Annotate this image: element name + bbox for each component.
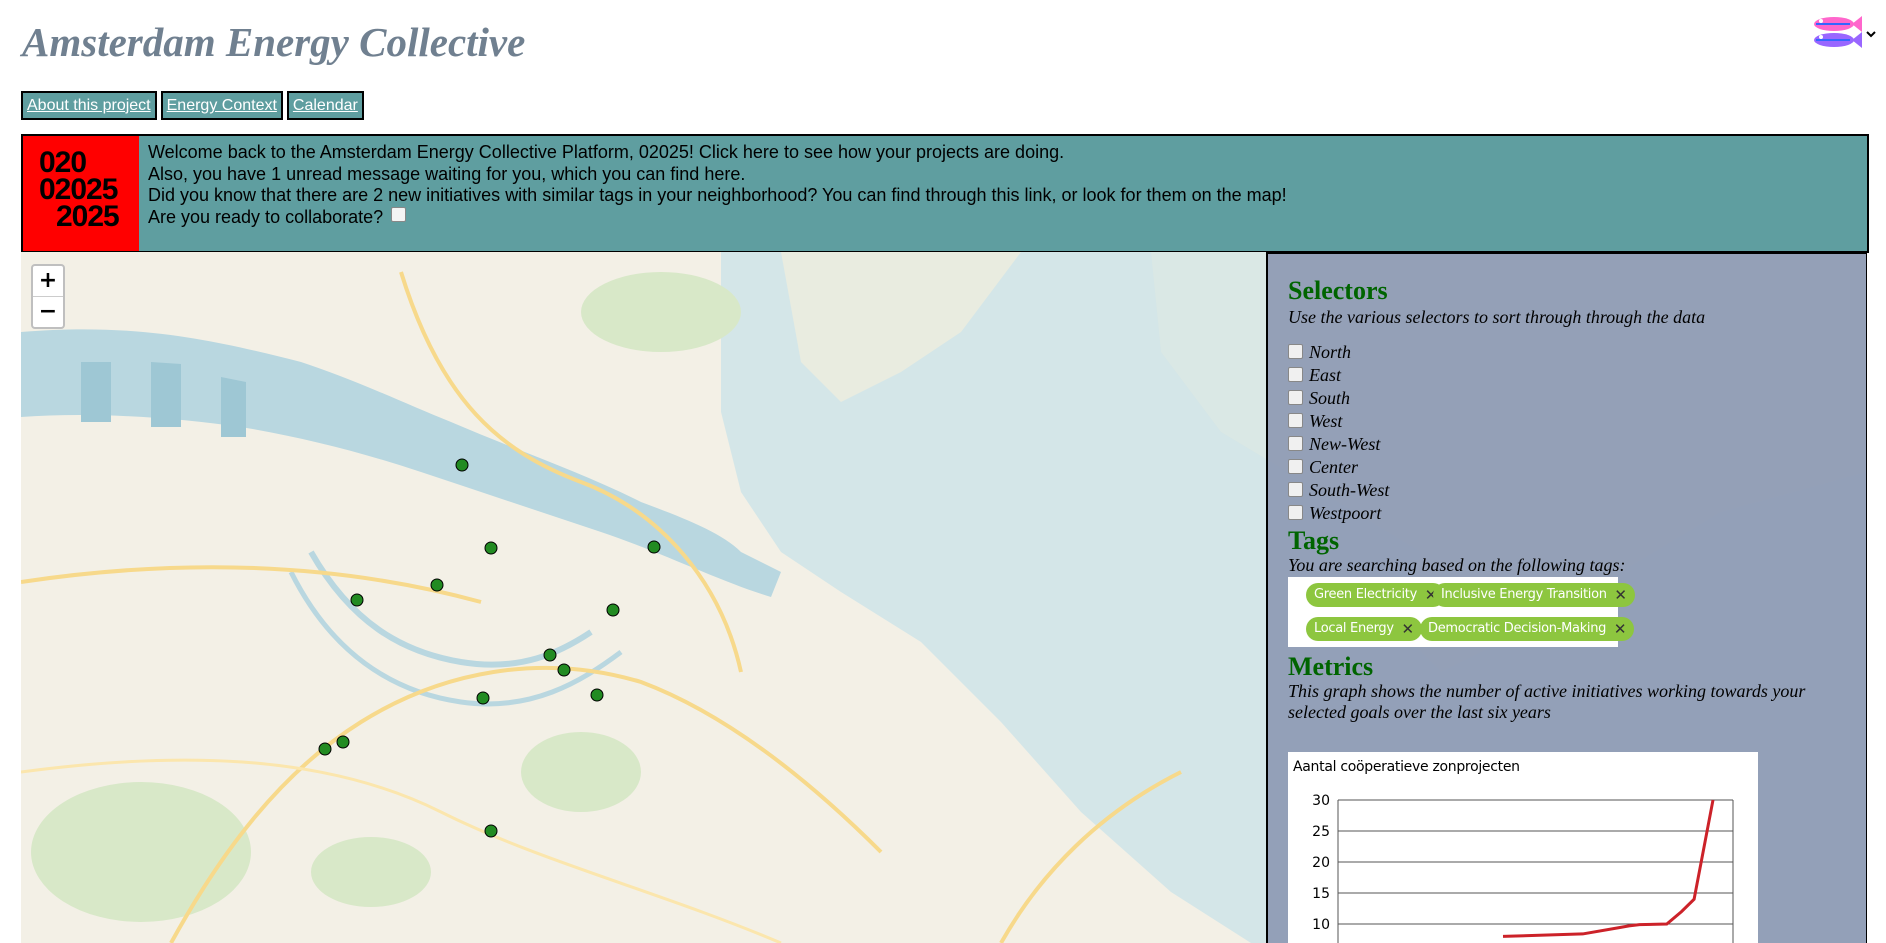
tag-label: Democratic Decision-Making	[1428, 621, 1607, 636]
collaborate-label: Are you ready to collaborate?	[148, 206, 384, 227]
tag-inclusive-energy-transition[interactable]: Inclusive Energy Transition ✕	[1433, 583, 1635, 607]
collaborate-row: Are you ready to collaborate?	[148, 207, 1287, 229]
metrics-heading: Metrics	[1288, 652, 1374, 681]
zoom-control: + −	[31, 264, 65, 329]
zoom-in-button[interactable]: +	[33, 266, 63, 297]
metrics-subtext: This graph shows the number of active in…	[1288, 681, 1806, 722]
region-east-label: East	[1309, 365, 1342, 385]
region-center-label: Center	[1309, 457, 1358, 477]
tags-heading: Tags	[1288, 526, 1340, 555]
message-link[interactable]: Also, you have 1 unread message waiting …	[148, 164, 1287, 186]
nav-bar: About this project Energy Context Calend…	[21, 91, 364, 120]
chart-plot: 10 15 20 25 30	[1312, 793, 1734, 943]
region-center-checkbox[interactable]	[1288, 459, 1303, 474]
side-panel: Selectors Use the various selectors to s…	[1266, 252, 1867, 943]
tag-democratic-decision-making[interactable]: Democratic Decision-Making ✕	[1420, 617, 1635, 641]
welcome-banner: 020 02025 2025 Welcome back to the Amste…	[21, 134, 1869, 253]
welcome-link[interactable]: Welcome back to the Amsterdam Energy Col…	[148, 142, 1287, 164]
selectors-heading: Selectors	[1288, 276, 1388, 305]
region-south-west-label: South-West	[1309, 480, 1390, 500]
chart-tick-label: 30	[1312, 793, 1330, 809]
initiatives-link[interactable]: Did you know that there are 2 new initia…	[148, 185, 1287, 207]
nav-about-button[interactable]: About this project	[21, 91, 157, 120]
chevron-down-icon	[1866, 31, 1876, 38]
chart-tick-label: 20	[1312, 855, 1330, 871]
tag-local-energy[interactable]: Local Energy ✕	[1306, 617, 1422, 641]
tag-label: Local Energy	[1314, 621, 1394, 636]
profile-menu[interactable]	[1808, 10, 1878, 56]
region-new-west-checkbox[interactable]	[1288, 436, 1303, 451]
zoom-out-button[interactable]: −	[33, 297, 63, 327]
region-westpoort-label: Westpoort	[1309, 503, 1382, 523]
nav-calendar-button[interactable]: Calendar	[286, 91, 364, 120]
region-new-west-label: New-West	[1309, 434, 1381, 454]
region-westpoort-checkbox[interactable]	[1288, 505, 1303, 520]
region-south-west-checkbox[interactable]	[1288, 482, 1303, 497]
banner-messages: Welcome back to the Amsterdam Energy Col…	[148, 142, 1287, 228]
metrics-chart: Aantal coöperatieve zonprojecten 10 15 20 2…	[1288, 752, 1758, 943]
region-north-label: North	[1309, 342, 1352, 362]
nav-energy-context-button[interactable]: Energy Context	[160, 91, 283, 120]
region-south-label: South	[1309, 388, 1351, 408]
chart-tick-label: 10	[1312, 917, 1330, 933]
tag-label: Green Electricity	[1314, 587, 1417, 602]
collaborate-checkbox[interactable]	[391, 207, 407, 223]
remove-tag-icon[interactable]: ✕	[1614, 617, 1627, 641]
tag-label: Inclusive Energy Transition	[1441, 587, 1607, 602]
020-logo: 020 02025 2025	[23, 136, 139, 251]
region-north-checkbox[interactable]	[1288, 344, 1303, 359]
page-title: Amsterdam Energy Collective	[22, 19, 526, 65]
selectors-section: Selectors	[1288, 276, 1388, 306]
chart-series-line	[1502, 799, 1715, 938]
remove-tag-icon[interactable]: ✕	[1614, 583, 1627, 607]
tag-green-electricity[interactable]: Green Electricity ✕	[1306, 583, 1445, 607]
region-south-checkbox[interactable]	[1288, 390, 1303, 405]
region-east-checkbox[interactable]	[1288, 367, 1303, 382]
map-view[interactable]: + − Selectors Use the various selectors …	[21, 252, 1867, 943]
remove-tag-icon[interactable]: ✕	[1401, 617, 1414, 641]
chart-tick-label: 25	[1312, 824, 1330, 840]
region-west-checkbox[interactable]	[1288, 413, 1303, 428]
chart-tick-label: 15	[1312, 886, 1330, 902]
tag-list: Green Electricity ✕ Inclusive Energy Tran…	[1288, 577, 1635, 647]
logo-line-3: 2025	[56, 200, 120, 233]
region-west-label: West	[1309, 411, 1343, 431]
selectors-subtext: Use the various selectors to sort throug…	[1288, 307, 1706, 327]
tags-subtext: You are searching based on the following…	[1288, 555, 1626, 575]
